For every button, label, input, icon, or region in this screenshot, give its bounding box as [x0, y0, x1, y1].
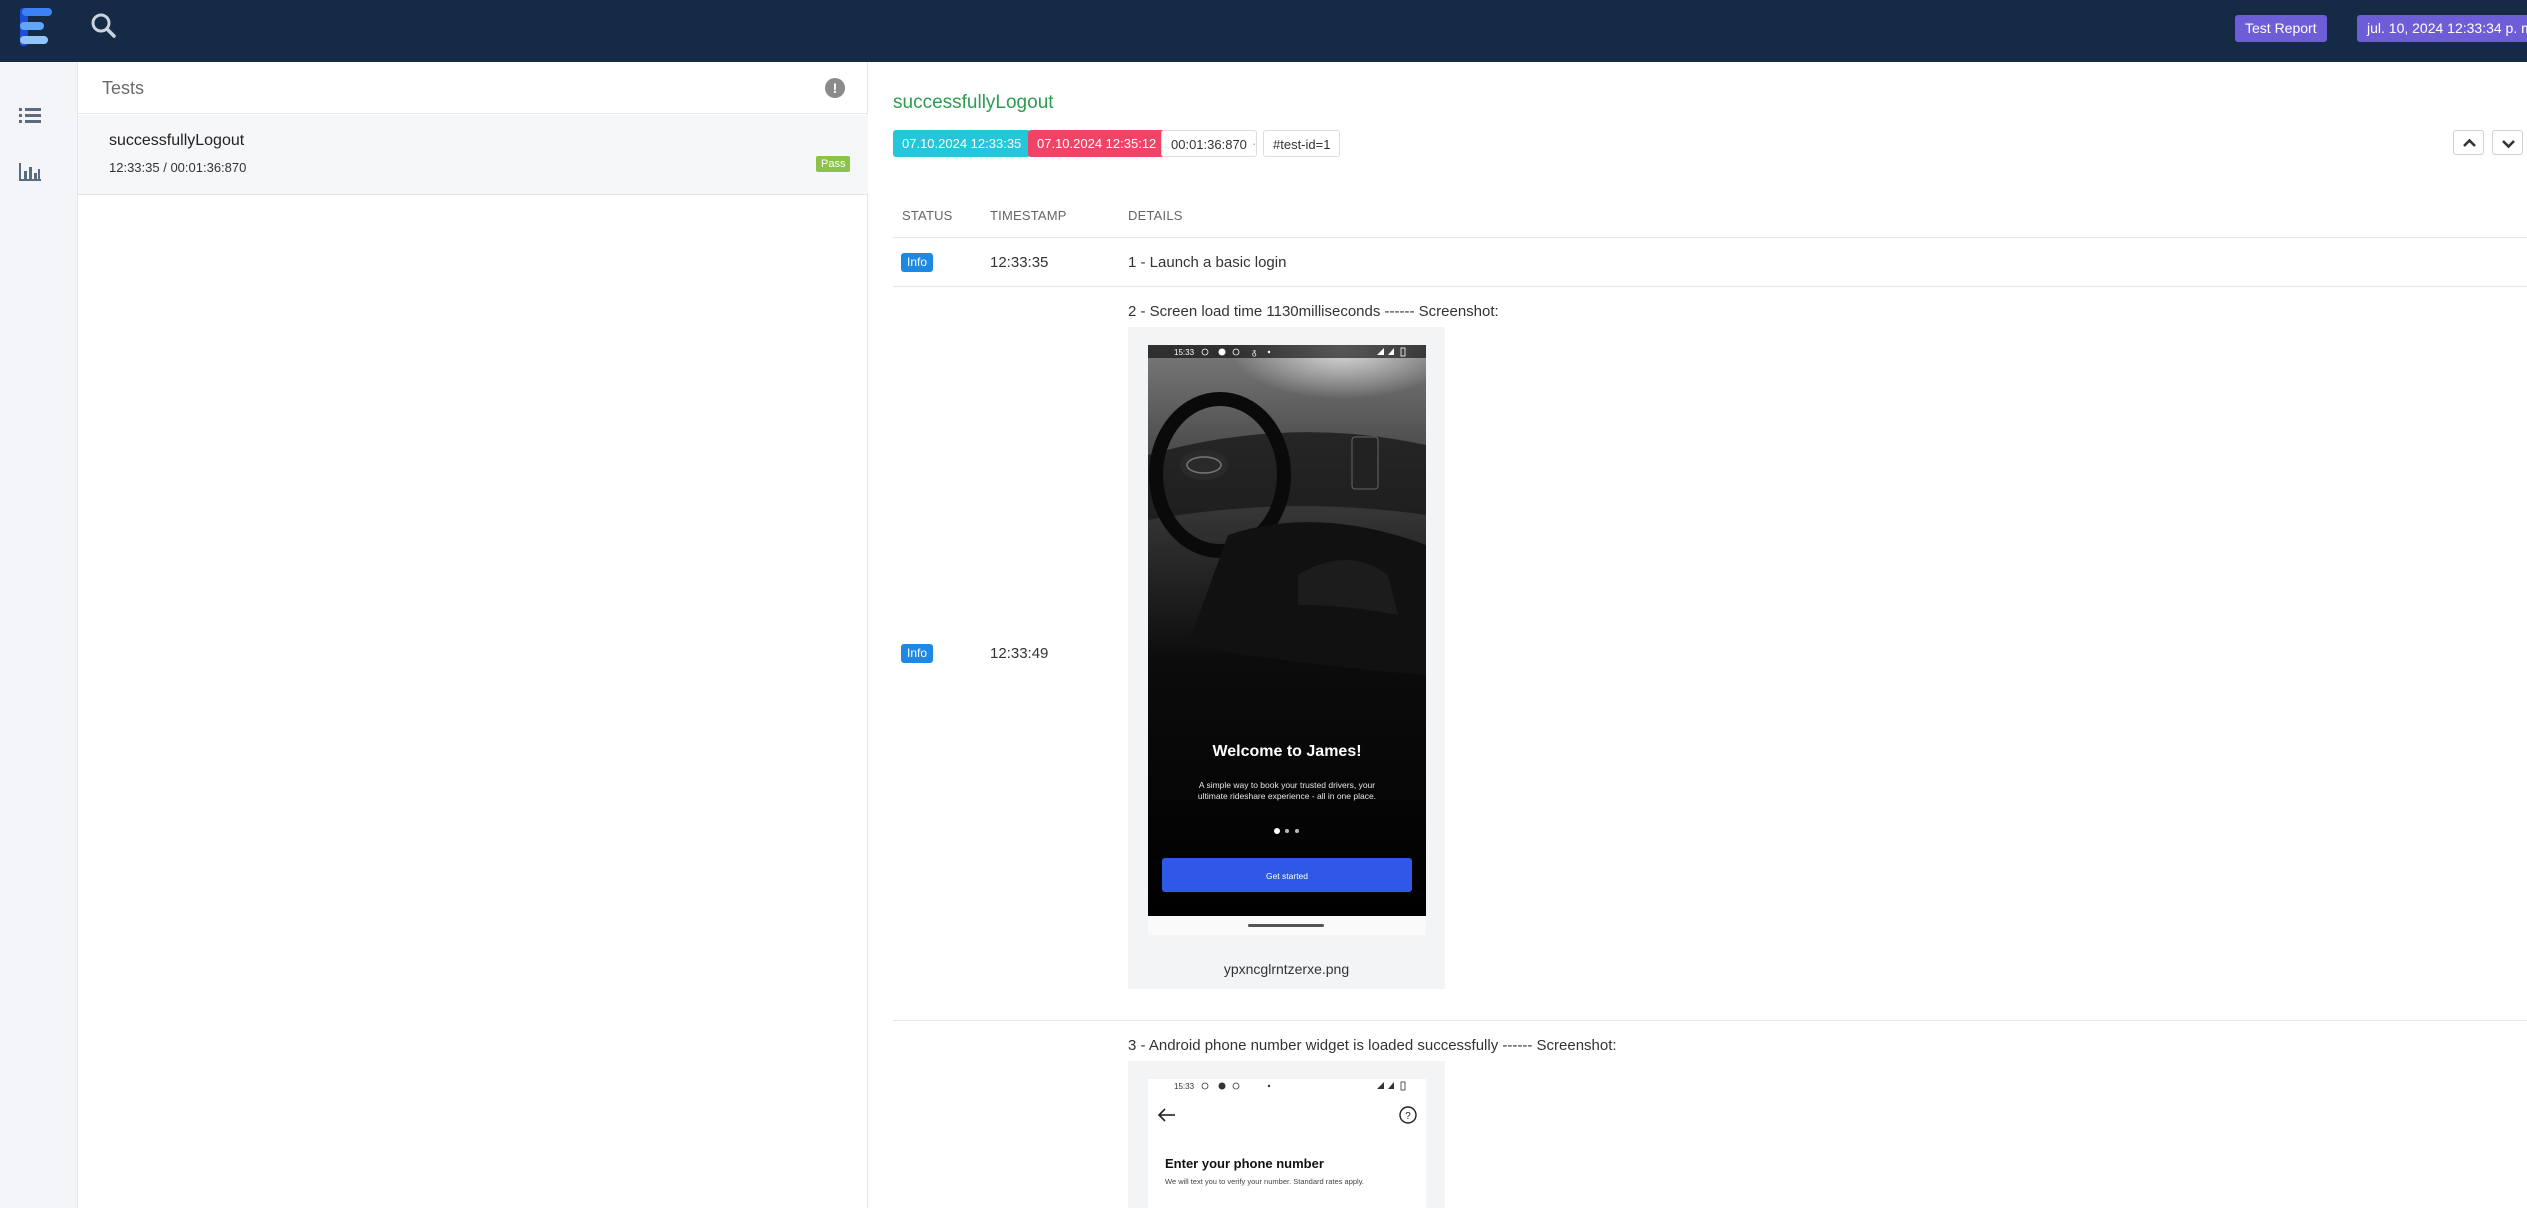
test-status-badge: Pass: [816, 156, 851, 172]
test-name: successfullyLogout: [109, 132, 245, 149]
status-time: 15:33: [1174, 348, 1195, 357]
report-date-badge: jul. 10, 2024 12:33:34 p. m.: [2357, 15, 2527, 42]
tests-panel-title: Tests: [102, 78, 145, 98]
test-id-badge: #test-id=1: [1263, 130, 1341, 157]
log-details: 1 - Launch a basic login: [1128, 254, 1287, 271]
column-header-timestamp: TIMESTAMP: [990, 208, 1067, 223]
list-icon[interactable]: [17, 102, 43, 128]
duration-badge: 00:01:36:870: [1161, 130, 1257, 157]
get-started-button: Get started: [1266, 871, 1308, 881]
previous-test-button[interactable]: [2453, 130, 2484, 155]
test-time-duration: 12:33:35 / 00:01:36:870: [109, 160, 247, 175]
welcome-heading: Welcome to James!: [1212, 743, 1361, 760]
app-logo[interactable]: [16, 5, 56, 49]
report-badge: Test Report: [2235, 15, 2327, 42]
log-timestamp: 12:33:49: [990, 645, 1049, 662]
screenshot-welcome: 15:33 ᵹ Welcome to James! A simple way t…: [1148, 345, 1426, 935]
phone-subtext: We will text you to verify your number. …: [1165, 1177, 1364, 1186]
bar-chart-icon[interactable]: [17, 159, 43, 185]
welcome-tagline-line1: A simple way to book your trusted driver…: [1199, 780, 1375, 790]
welcome-tagline-line2: ultimate rideshare experience - all in o…: [1198, 791, 1376, 801]
start-time-badge: 07.10.2024 12:33:35: [893, 130, 1031, 157]
chevron-down-icon: [2502, 140, 2515, 149]
log-timestamp: 12:33:35: [990, 254, 1049, 271]
column-header-details: DETAILS: [1128, 208, 1183, 223]
test-detail-title: successfullyLogout: [893, 92, 1054, 113]
screenshot-card[interactable]: 15:33 ? Enter your phone number We will …: [1128, 1061, 1445, 1208]
log-status-badge: Info: [901, 644, 934, 663]
next-test-button[interactable]: [2492, 130, 2523, 155]
svg-text:?: ?: [1405, 1111, 1411, 1122]
screenshot-filename: ypxncglrntzerxe.png: [1223, 961, 1350, 977]
divider: [893, 237, 2527, 238]
top-bar: Test Report jul. 10, 2024 12:33:34 p. m.: [0, 0, 2527, 62]
test-list-item[interactable]: successfullyLogout 12:33:35 / 00:01:36:8…: [78, 115, 868, 195]
left-nav: [0, 62, 78, 1208]
test-detail: successfullyLogout 07.10.2024 12:33:35 0…: [869, 62, 2527, 1208]
screenshot-card[interactable]: 15:33 ᵹ Welcome to James! A simple way t…: [1128, 327, 1445, 989]
status-time: 15:33: [1174, 1082, 1195, 1091]
search-icon[interactable]: [90, 12, 118, 40]
divider: [893, 286, 2527, 287]
chevron-up-icon: [2463, 138, 2476, 147]
log-details: 3 - Android phone number widget is loade…: [1128, 1037, 1617, 1054]
divider: [893, 1020, 2527, 1021]
svg-text:ᵹ: ᵹ: [1252, 348, 1257, 357]
separator: ·: [1252, 136, 1257, 151]
tests-panel-header: Tests !: [78, 62, 868, 114]
tests-panel: Tests ! successfullyLogout 12:33:35 / 00…: [78, 62, 868, 1208]
column-header-status: STATUS: [902, 208, 953, 223]
end-time-badge: 07.10.2024 12:35:12: [1028, 130, 1166, 157]
log-status-badge: Info: [901, 253, 934, 272]
screenshot-phone-number: 15:33 ? Enter your phone number We will …: [1148, 1079, 1426, 1208]
status-filter-icon[interactable]: !: [825, 78, 845, 98]
log-details: 2 - Screen load time 1130milliseconds --…: [1128, 303, 1499, 320]
phone-heading: Enter your phone number: [1165, 1156, 1324, 1171]
